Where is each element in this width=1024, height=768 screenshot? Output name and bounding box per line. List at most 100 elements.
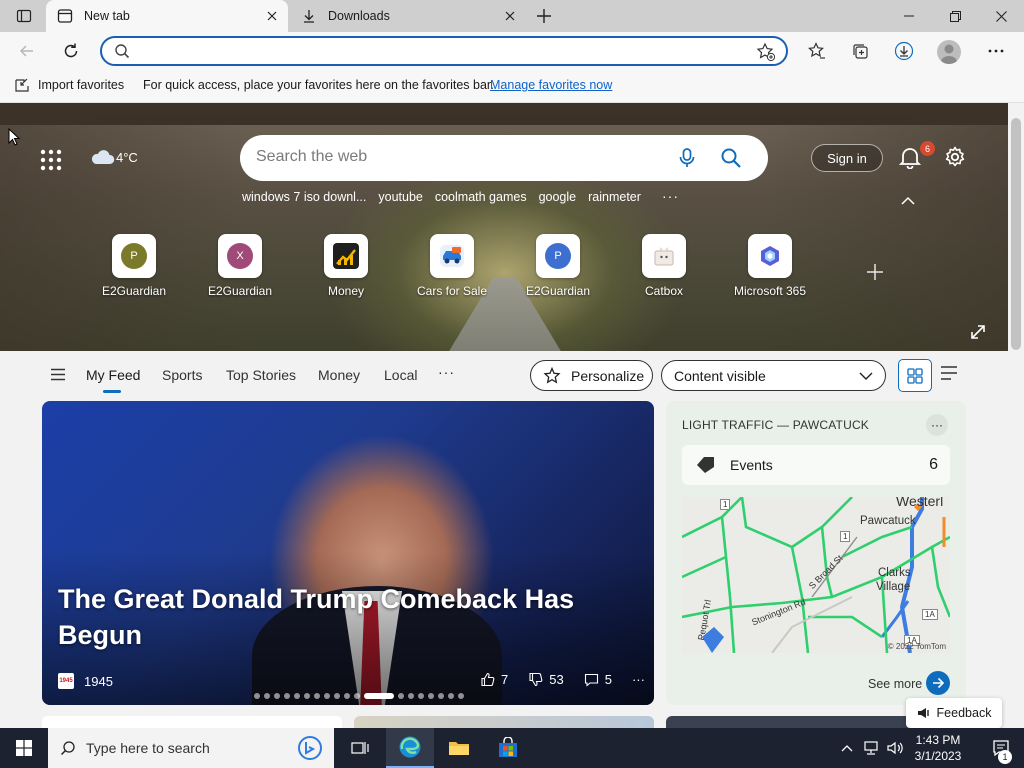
carousel-dot[interactable] — [438, 693, 444, 699]
close-window-button[interactable] — [978, 0, 1024, 32]
address-bar[interactable] — [100, 36, 788, 66]
carousel-dot[interactable] — [364, 693, 394, 699]
tab-money[interactable]: Money — [318, 367, 360, 383]
tab-sports[interactable]: Sports — [162, 367, 202, 383]
chevron-up-icon[interactable] — [901, 196, 915, 205]
quick-link-microsoft-365[interactable]: Microsoft 365 — [728, 234, 812, 298]
trending-item[interactable]: youtube — [378, 190, 422, 204]
carousel-dot[interactable] — [294, 693, 300, 699]
trending-item[interactable]: coolmath games — [435, 190, 527, 204]
close-tab-icon[interactable] — [500, 6, 520, 26]
taskbar-edge[interactable] — [386, 728, 434, 768]
featured-story-card[interactable]: The Great Donald Trump Comeback Has Begu… — [42, 401, 654, 705]
volume-button[interactable] — [884, 728, 906, 768]
carousel-dot[interactable] — [254, 693, 260, 699]
story-headline[interactable]: The Great Donald Trump Comeback Has Begu… — [58, 581, 618, 653]
more-tabs-button[interactable]: ··· — [438, 364, 455, 380]
collections-button[interactable] — [845, 36, 875, 66]
traffic-card[interactable]: LIGHT TRAFFIC — PAWCATUCK ··· Events 6 W… — [666, 401, 966, 705]
expand-icon[interactable] — [970, 324, 986, 340]
close-tab-icon[interactable] — [262, 6, 282, 26]
notification-bell-icon[interactable] — [899, 145, 921, 169]
restore-button[interactable] — [932, 0, 978, 32]
trending-more-button[interactable]: ··· — [662, 188, 679, 204]
story-more-button[interactable]: ··· — [632, 672, 645, 687]
import-favorites-button[interactable]: Import favorites — [14, 77, 124, 93]
carousel-dot[interactable] — [264, 693, 270, 699]
dislike-button[interactable]: 53 — [528, 672, 564, 687]
see-more-link[interactable]: See more — [868, 677, 922, 691]
tab-my-feed[interactable]: My Feed — [86, 367, 140, 383]
carousel-dot[interactable] — [418, 693, 424, 699]
traffic-events-row[interactable]: Events 6 — [682, 445, 950, 485]
tab-top-stories[interactable]: Top Stories — [226, 367, 296, 383]
start-button[interactable] — [0, 728, 48, 768]
trending-item[interactable]: google — [539, 190, 577, 204]
profile-avatar[interactable] — [937, 40, 961, 64]
carousel-dot[interactable] — [428, 693, 434, 699]
tab-downloads[interactable]: Downloads — [290, 0, 526, 32]
quick-link-e2guardian[interactable]: P E2Guardian — [516, 234, 600, 298]
like-button[interactable]: 7 — [480, 672, 508, 687]
tray-overflow-button[interactable] — [836, 728, 858, 768]
minimize-button[interactable] — [886, 0, 932, 32]
refresh-button[interactable] — [56, 36, 86, 66]
tab-actions-button[interactable] — [10, 5, 38, 27]
quick-link-money[interactable]: Money — [304, 234, 388, 298]
address-input[interactable] — [142, 42, 742, 60]
content-visibility-dropdown[interactable]: Content visible — [661, 360, 886, 391]
carousel-dot[interactable] — [448, 693, 454, 699]
app-launcher-button[interactable] — [40, 149, 62, 171]
traffic-more-button[interactable]: ··· — [926, 414, 948, 436]
quick-link-cars-for-sale[interactable]: Cars for Sale — [410, 234, 494, 298]
tab-local[interactable]: Local — [384, 367, 417, 383]
web-search-box[interactable] — [240, 135, 768, 181]
carousel-dot[interactable] — [304, 693, 310, 699]
tab-new-tab[interactable]: New tab — [46, 0, 288, 32]
gear-icon[interactable] — [944, 146, 966, 168]
carousel-dot[interactable] — [274, 693, 280, 699]
quick-link-catbox[interactable]: Catbox — [622, 234, 706, 298]
quick-link-e2guardian[interactable]: P E2Guardian — [92, 234, 176, 298]
settings-more-button[interactable] — [981, 36, 1011, 66]
menu-icon[interactable] — [50, 368, 66, 381]
see-more-button[interactable] — [926, 671, 950, 695]
downloads-button[interactable] — [889, 36, 919, 66]
carousel-dot[interactable] — [324, 693, 330, 699]
carousel-dot[interactable] — [344, 693, 350, 699]
task-view-button[interactable] — [336, 728, 384, 768]
taskbar-file-explorer[interactable] — [435, 728, 483, 768]
bing-chat-icon[interactable] — [296, 735, 324, 761]
back-button[interactable] — [12, 36, 42, 66]
scrollbar-thumb[interactable] — [1011, 118, 1021, 350]
sign-in-button[interactable]: Sign in — [811, 144, 883, 172]
taskbar-store[interactable] — [484, 728, 532, 768]
carousel-dot[interactable] — [354, 693, 360, 699]
weather-widget[interactable]: 4°C — [90, 147, 138, 167]
add-favorite-icon[interactable] — [756, 42, 776, 62]
traffic-map[interactable]: Westerl Pawcatuck Clarks Village Stoning… — [682, 497, 950, 653]
search-icon[interactable] — [720, 147, 742, 169]
carousel-dot[interactable] — [314, 693, 320, 699]
carousel-dot[interactable] — [334, 693, 340, 699]
comments-button[interactable]: 5 — [584, 672, 612, 687]
carousel-dot[interactable] — [458, 693, 464, 699]
carousel-dot[interactable] — [284, 693, 290, 699]
personalize-button[interactable]: Personalize — [530, 360, 653, 391]
carousel-dot[interactable] — [408, 693, 414, 699]
trending-item[interactable]: windows 7 iso downl... — [242, 190, 366, 204]
feedback-button[interactable]: Feedback — [906, 698, 1002, 728]
trending-item[interactable]: rainmeter — [588, 190, 641, 204]
web-search-input[interactable] — [256, 148, 656, 166]
carousel-dot[interactable] — [398, 693, 404, 699]
add-quick-link-icon[interactable] — [866, 263, 884, 281]
list-layout-icon[interactable] — [940, 365, 958, 381]
taskbar-clock[interactable]: 1:43 PM 3/1/2023 — [908, 732, 968, 764]
microphone-icon[interactable] — [676, 147, 698, 169]
favorites-button[interactable] — [802, 36, 832, 66]
grid-layout-button[interactable] — [898, 359, 932, 392]
taskbar-search-box[interactable]: Type here to search — [48, 728, 334, 768]
quick-link-e2guardian[interactable]: X E2Guardian — [198, 234, 282, 298]
new-tab-button[interactable] — [532, 5, 556, 27]
network-button[interactable] — [860, 728, 882, 768]
